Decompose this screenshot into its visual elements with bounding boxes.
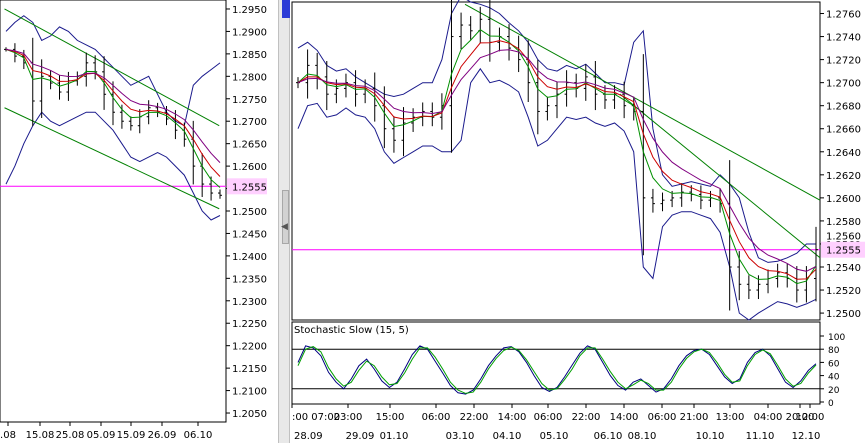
stoch-y-tick-label: 40 — [828, 373, 840, 383]
ema-mid — [297, 40, 817, 280]
scroll-thumb[interactable] — [282, 0, 290, 18]
x-tick-label: 26.09 — [148, 430, 177, 441]
y-tick-label: 1.2450 — [232, 229, 267, 240]
y-tick-label: 1.2580 — [826, 217, 861, 228]
time-tick-label: 13:00 — [716, 412, 745, 423]
y-tick-label: 1.2900 — [232, 27, 267, 38]
y-tick-label: 1.2620 — [826, 171, 861, 182]
time-tick-label: 06:00 — [534, 412, 563, 423]
y-tick-label: 1.2500 — [232, 207, 267, 218]
right-price-chart[interactable]: 1.2760 1.2740 1.2720 1.2700 1.2680 1.2660 1.26… — [290, 0, 867, 443]
y-tick-label: 1.2850 — [232, 50, 267, 61]
current-price-label: 1.2555 — [826, 246, 861, 257]
y-tick-label: 1.2680 — [826, 102, 861, 113]
y-tick-label: 1.2660 — [826, 125, 861, 136]
trading-platform-charts: 1.2950 1.2900 1.2850 1.2800 1.2750 1.2700 1.26… — [0, 0, 867, 443]
trendline — [464, 3, 821, 201]
date-tick-label: 08.10 — [628, 431, 657, 442]
y-tick-label: 1.2950 — [232, 5, 267, 16]
y-tick-label: 1.2250 — [232, 319, 267, 330]
stoch-y-tick-label: 0 — [828, 399, 834, 409]
date-tick-label: 01.10 — [380, 431, 409, 442]
bollinger-lower — [5, 111, 221, 221]
y-tick-label: 1.2300 — [232, 297, 267, 308]
y-tick-label: 1.2500 — [826, 309, 861, 320]
partial-price-label: 1.2560 — [826, 232, 861, 243]
y-tick-label: 1.2640 — [826, 148, 861, 159]
y-tick-label: 1.2520 — [826, 286, 861, 297]
x-tick-label: 15.08 — [26, 430, 55, 441]
time-tick-label: 22:00 — [460, 412, 489, 423]
y-tick-label: 1.2400 — [232, 252, 267, 263]
x-tick-label: .08 — [0, 430, 16, 441]
time-tick-label: 04:00 — [754, 412, 783, 423]
time-tick-label: 23:00 — [334, 412, 363, 423]
plot-frame — [0, 0, 227, 423]
date-tick-label: 28.09 — [294, 431, 323, 442]
date-tick-label: 03.10 — [446, 431, 475, 442]
time-tick-label: 15:00 — [376, 412, 405, 423]
date-tick-label: 06.10 — [594, 431, 623, 442]
date-tick-label: 11.10 — [746, 431, 775, 442]
time-tick-label: 12:00 — [796, 412, 825, 423]
y-tick-label: 1.2200 — [232, 342, 267, 353]
time-tick-label: 21:00 — [680, 412, 709, 423]
date-tick-label: 05.10 — [540, 431, 569, 442]
stochastic-title: Stochastic Slow (15, 5) — [294, 325, 409, 336]
stoch-y-tick-label: 100 — [828, 333, 845, 343]
x-tick-label: 15.09 — [117, 430, 146, 441]
y-tick-label: 1.2100 — [232, 387, 267, 398]
y-tick-label: 1.2350 — [232, 274, 267, 285]
splitter-handle[interactable] — [282, 190, 289, 244]
date-tick-label: 04.10 — [493, 431, 522, 442]
time-tick-label: 06:00 — [422, 412, 451, 423]
x-tick-label: 05.09 — [87, 430, 116, 441]
y-tick-label: 1.2760 — [826, 10, 861, 21]
time-tick-label: 14:00 — [610, 412, 639, 423]
y-tick-label: 1.2720 — [826, 56, 861, 67]
time-tick-label: 22:00 — [572, 412, 601, 423]
x-tick-label: 06.10 — [184, 430, 213, 441]
stoch-y-tick-label: 20 — [828, 386, 840, 396]
y-tick-label: 1.2600 — [232, 162, 267, 173]
y-tick-label: 1.2650 — [232, 140, 267, 151]
date-tick-label: 12.10 — [792, 431, 821, 442]
y-tick-label: 1.2800 — [232, 72, 267, 83]
x-tick-label: 25.08 — [56, 430, 85, 441]
y-tick-label: 1.2050 — [232, 409, 267, 420]
date-tick-label: 29.09 — [346, 431, 375, 442]
y-tick-label: 1.2750 — [232, 95, 267, 106]
stoch-y-tick-label: 60 — [828, 359, 840, 369]
y-tick-label: 1.2700 — [826, 79, 861, 90]
time-tick-label: 14:00 — [498, 412, 527, 423]
ema-fast — [297, 29, 817, 285]
y-tick-label: 1.2740 — [826, 33, 861, 44]
time-tick-label: 06:00 — [648, 412, 677, 423]
pane-splitter[interactable]: ◀ — [278, 0, 290, 443]
plot-frame — [291, 1, 821, 321]
y-tick-label: 1.2700 — [232, 117, 267, 128]
collapse-arrow-icon[interactable]: ◀ — [281, 222, 288, 232]
left-price-chart[interactable]: 1.2950 1.2900 1.2850 1.2800 1.2750 1.2700 1.26… — [0, 0, 278, 443]
trendline — [4, 8, 220, 127]
y-tick-label: 1.2600 — [826, 194, 861, 205]
current-price-label: 1.2555 — [232, 182, 267, 193]
date-tick-label: 10.10 — [696, 431, 725, 442]
stoch-y-tick-label: 80 — [828, 346, 840, 356]
y-tick-label: 1.2150 — [232, 364, 267, 375]
y-tick-label: 1.2540 — [826, 263, 861, 274]
